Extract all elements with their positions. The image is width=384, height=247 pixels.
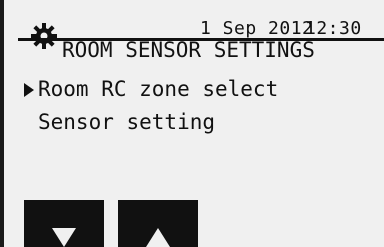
scroll-up-button[interactable] xyxy=(118,200,198,247)
scroll-down-button[interactable] xyxy=(24,200,104,247)
menu-item-room-rc-zone-select[interactable]: Room RC zone select xyxy=(38,77,278,101)
selection-cursor-icon xyxy=(24,83,34,97)
page-title: ROOM SENSOR SETTINGS xyxy=(62,38,315,62)
screen-bezel xyxy=(0,0,4,247)
date-label: 1 Sep 2012 xyxy=(200,18,314,39)
gear-icon xyxy=(31,23,57,49)
controller-screen: 1 Sep 2012 12:30 ROOM SENSOR SETTINGS Ro… xyxy=(0,0,384,247)
menu-item-sensor-setting[interactable]: Sensor setting xyxy=(38,110,215,134)
down-arrow-icon xyxy=(52,228,76,247)
time-label: 12:30 xyxy=(305,18,362,39)
up-arrow-icon xyxy=(146,228,170,247)
